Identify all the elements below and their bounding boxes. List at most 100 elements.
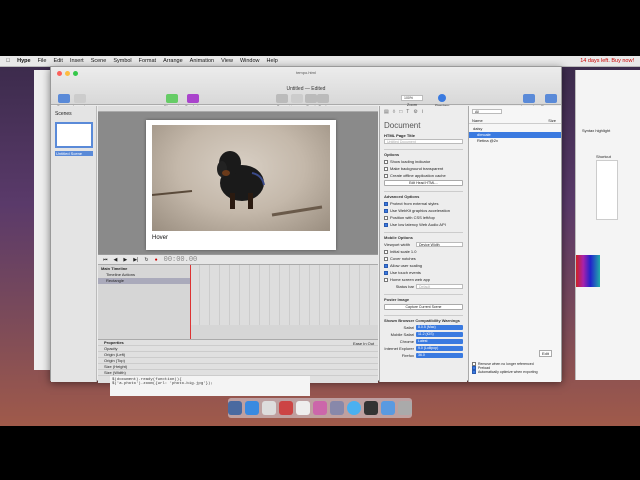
apple-icon[interactable]:  xyxy=(6,58,10,64)
utility-icon[interactable] xyxy=(330,401,344,415)
preview-app-icon[interactable] xyxy=(262,401,276,415)
option-row[interactable]: Make background transparent xyxy=(384,166,463,171)
compat-select[interactable]: 11.2 (iOS) xyxy=(416,332,463,337)
menu-symbol[interactable]: Symbol xyxy=(113,58,131,64)
menu-insert[interactable]: Insert xyxy=(70,58,84,64)
text-tab-icon[interactable]: T xyxy=(406,109,409,115)
metrics-tab-icon[interactable]: □ xyxy=(399,109,402,115)
checkbox[interactable] xyxy=(384,173,388,178)
menu-arrange[interactable]: Arrange xyxy=(163,58,183,64)
folder-icon[interactable] xyxy=(381,401,395,415)
checkbox[interactable] xyxy=(384,270,388,275)
edit-head-button[interactable]: Edit Head HTML... xyxy=(384,180,463,186)
scene-thumbnail[interactable] xyxy=(55,122,93,148)
option-row[interactable]: Use WebKit graphics acceleration xyxy=(384,208,463,213)
compat-select[interactable]: 8.0.5 (Mac) xyxy=(416,325,463,330)
option-row[interactable]: Protect from external styles xyxy=(384,201,463,206)
compat-header: Shown Browser Compatibility Warnings xyxy=(384,315,463,323)
option-row[interactable]: Use low latency Web Audio API xyxy=(384,222,463,227)
checkbox[interactable] xyxy=(384,222,388,227)
trash-icon[interactable] xyxy=(398,401,412,415)
resources-filter[interactable]: All xyxy=(472,109,502,114)
layer-rectangle[interactable]: Rectangle xyxy=(98,278,190,284)
safari-icon[interactable] xyxy=(347,401,361,415)
name-column[interactable]: Name xyxy=(472,118,483,123)
checkbox[interactable] xyxy=(384,249,388,254)
menu-file[interactable]: File xyxy=(38,58,47,64)
checkbox[interactable] xyxy=(384,263,388,268)
title-bar: tempo.html Untitled — Edited Scenes Layo… xyxy=(51,67,561,109)
menu-scene[interactable]: Scene xyxy=(91,58,107,64)
document-tab-icon[interactable]: ▤ xyxy=(384,109,389,115)
menu-edit[interactable]: Edit xyxy=(53,58,62,64)
menu-format[interactable]: Format xyxy=(139,58,156,64)
option-row[interactable]: Cover notches xyxy=(384,256,463,261)
checkbox[interactable] xyxy=(384,208,388,213)
option-row[interactable]: Automatically optimize when exporting xyxy=(472,370,560,374)
option-row[interactable]: Use touch events xyxy=(384,270,463,275)
size-column[interactable]: Size xyxy=(548,118,556,123)
option-row[interactable]: Show loading indicator xyxy=(384,159,463,164)
menu-animation[interactable]: Animation xyxy=(190,58,214,64)
code-line: $('a.photo').zoom({url: 'photo-big.jpg'}… xyxy=(112,382,213,386)
layouts-icon xyxy=(74,94,86,103)
finder-icon[interactable] xyxy=(228,401,242,415)
option-row[interactable]: Allow user scaling xyxy=(384,263,463,268)
checkbox[interactable] xyxy=(472,370,476,374)
inspector-title: Document xyxy=(384,121,421,130)
menu-app[interactable]: Hype xyxy=(17,58,30,64)
zoom-field[interactable]: 100% xyxy=(401,95,423,101)
step-forward-icon[interactable]: ▶| xyxy=(133,257,138,263)
photo-booth-icon[interactable] xyxy=(279,401,293,415)
identity-tab-icon[interactable]: i xyxy=(422,109,423,115)
compat-select[interactable]: 9.0 (Lollipop) xyxy=(416,346,463,351)
menu-help[interactable]: Help xyxy=(267,58,278,64)
timeline-panel: ⏮ ◀ ▶ ▶| ↻ ● 00:00.00 Main Timeline Time… xyxy=(98,254,378,383)
rewind-icon[interactable]: ⏮ xyxy=(103,257,108,263)
option-row[interactable]: Position with CSS left/top xyxy=(384,215,463,220)
html-title-input[interactable]: Untitled Document xyxy=(384,139,463,144)
checkbox[interactable] xyxy=(384,166,388,171)
hover-label[interactable]: Hover xyxy=(152,235,168,241)
terminal-icon[interactable] xyxy=(364,401,378,415)
viewport-select[interactable]: Device Width xyxy=(416,242,463,247)
timeline-grid[interactable] xyxy=(190,265,378,325)
inspector-panel: ▤ ◊ □ T ⚙ i Document HTML Page Title Unt… xyxy=(379,106,467,382)
compat-select[interactable]: Latest xyxy=(416,339,463,344)
status-bar-label: Status bar xyxy=(395,284,414,289)
checkbox[interactable] xyxy=(384,201,388,206)
playhead[interactable] xyxy=(190,265,191,339)
trial-status[interactable]: 14 days left. Buy now! xyxy=(580,58,634,64)
status-bar-select[interactable]: Default xyxy=(416,284,463,289)
menu-view[interactable]: View xyxy=(221,58,233,64)
option-row[interactable]: Initial scale 1.0 xyxy=(384,249,463,254)
scene-name[interactable]: Untitled Scene xyxy=(55,151,93,156)
checkbox[interactable] xyxy=(384,277,388,282)
checkbox[interactable] xyxy=(384,159,388,164)
resources-icon xyxy=(544,94,557,103)
text-edit-icon[interactable] xyxy=(296,401,310,415)
compat-row: Firefox 36.0 xyxy=(384,353,463,358)
play-icon[interactable]: ▶ xyxy=(123,257,127,263)
step-back-icon[interactable]: ◀ xyxy=(114,257,118,263)
capture-button[interactable]: Capture Current Scene xyxy=(384,304,463,310)
app-store-icon[interactable] xyxy=(245,401,259,415)
checkbox[interactable] xyxy=(384,215,388,220)
record-icon[interactable]: ● xyxy=(155,257,158,263)
scene-tab-icon[interactable]: ◊ xyxy=(393,109,395,115)
scene-page[interactable]: Hover xyxy=(146,120,336,250)
loop-icon[interactable]: ↻ xyxy=(144,257,148,263)
checkbox[interactable] xyxy=(384,256,388,261)
back-icon xyxy=(317,94,329,103)
hype-app-icon[interactable] xyxy=(313,401,327,415)
menu-window[interactable]: Window xyxy=(240,58,260,64)
ease-selector[interactable]: Ease In Out xyxy=(353,341,374,346)
color-palette[interactable] xyxy=(576,255,600,287)
option-row[interactable]: Home screen web app xyxy=(384,277,463,282)
compat-select[interactable]: 36.0 xyxy=(416,353,463,358)
dog-photo[interactable] xyxy=(152,125,330,231)
actions-tab-icon[interactable]: ⚙ xyxy=(413,109,417,115)
option-row[interactable]: Create offline application cache xyxy=(384,173,463,178)
edit-button[interactable]: Edit xyxy=(539,350,552,357)
resource-item[interactable]: Retina @2x xyxy=(469,138,561,144)
